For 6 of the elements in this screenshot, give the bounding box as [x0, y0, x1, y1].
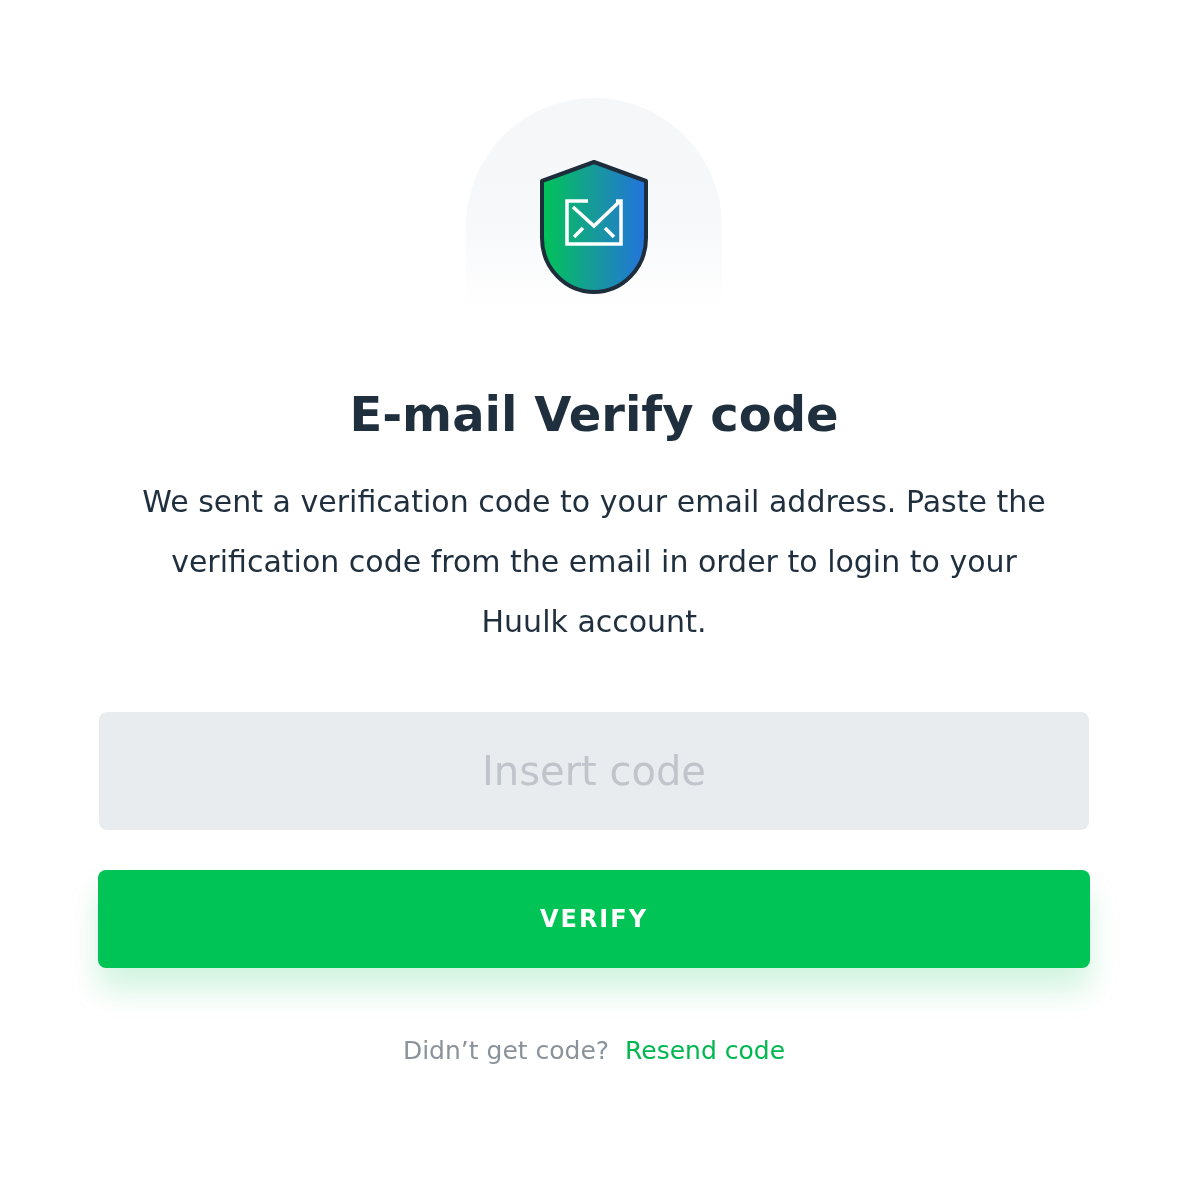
description-text: We sent a verification code to your email address. Paste the verification code from the email in order to login to your Huulk account. [141, 483, 1047, 641]
page-title: E-mail Verify code [349, 385, 839, 444]
shield-mail-icon [539, 160, 649, 294]
resend-prompt: Didn’t get code? [402, 1036, 610, 1065]
verify-button[interactable]: VERIFY [98, 870, 1090, 968]
resend-code-link[interactable]: Resend code [625, 1036, 786, 1065]
